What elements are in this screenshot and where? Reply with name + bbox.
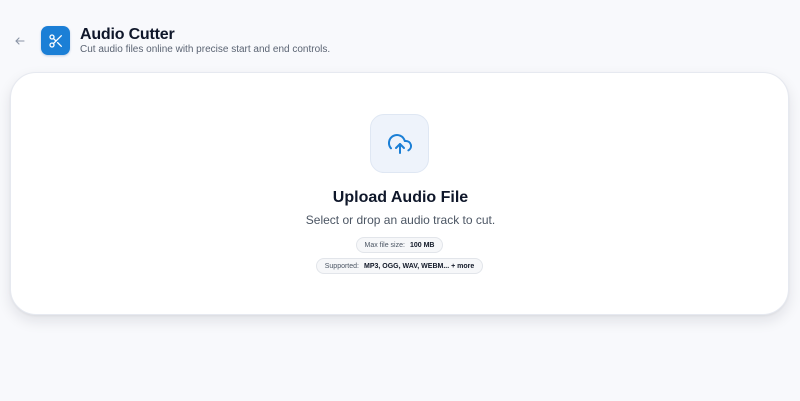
supported-formats-badge: Supported: MP3, OGG, WAV, WEBM... + more (316, 258, 483, 274)
upload-icon-container (370, 114, 429, 173)
page: Audio Cutter Cut audio files online with… (0, 0, 800, 401)
header: Audio Cutter Cut audio files online with… (0, 0, 800, 70)
supported-label: Supported: (324, 262, 359, 270)
max-size-value: 100 MB (409, 241, 435, 249)
app-logo (41, 26, 70, 55)
upload-dropzone[interactable]: Upload Audio File Select or drop an audi… (10, 72, 789, 315)
page-title: Audio Cutter (80, 26, 175, 43)
upload-title: Upload Audio File (332, 189, 469, 206)
scissors-icon (48, 33, 62, 48)
upload-description: Select or drop an audio track to cut. (305, 213, 496, 227)
supported-value: MP3, OGG, WAV, WEBM... + more (363, 262, 475, 270)
page-subtitle: Cut audio files online with precise star… (80, 44, 331, 55)
cloud-upload-icon (387, 133, 412, 154)
max-file-size-badge: Max file size: 100 MB (356, 237, 443, 253)
back-button[interactable] (11, 33, 29, 49)
max-size-label: Max file size: (364, 241, 405, 249)
arrow-left-icon (15, 37, 25, 45)
